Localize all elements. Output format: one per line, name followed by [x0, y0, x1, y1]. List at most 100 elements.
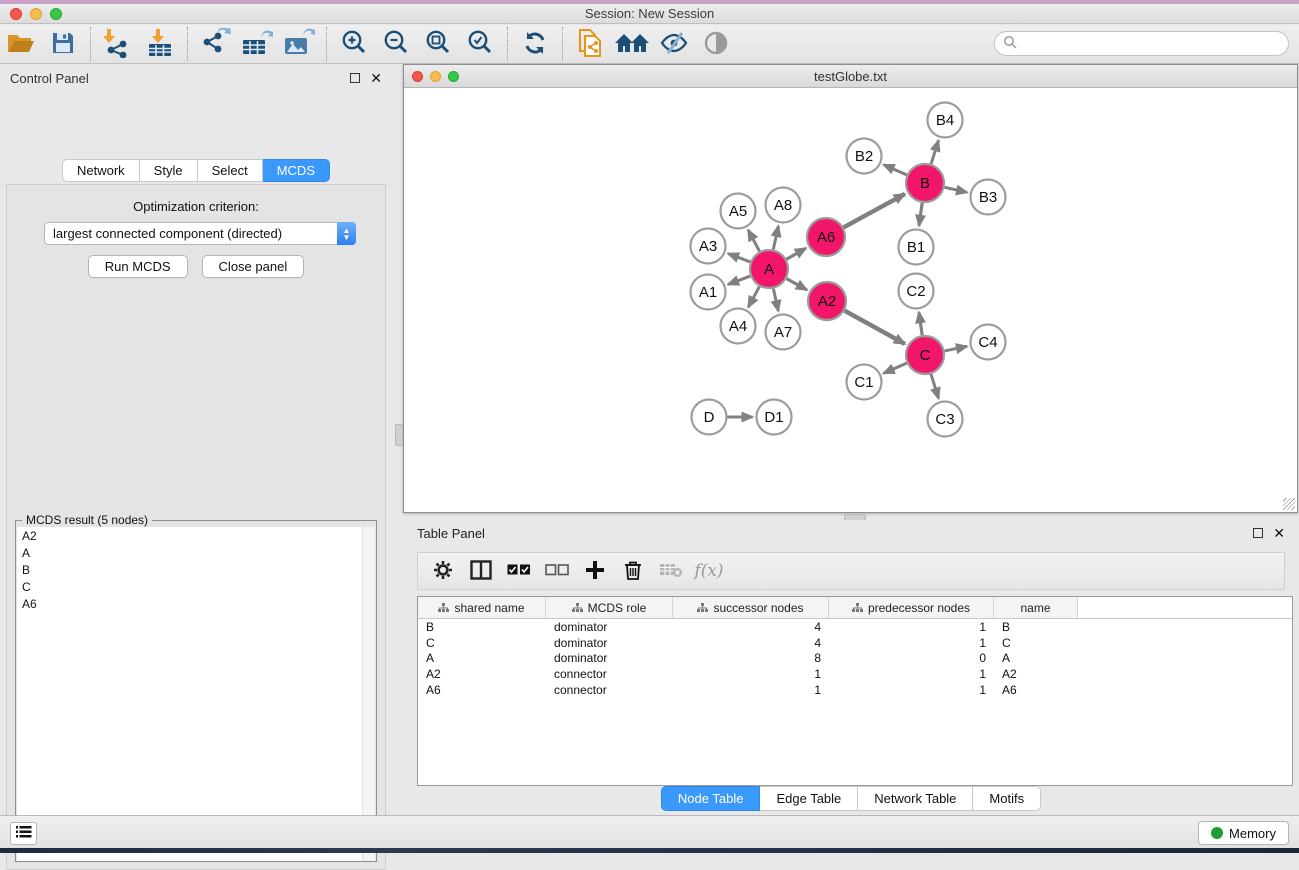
edge-A-A6[interactable] — [786, 248, 806, 259]
import-network-button[interactable] — [97, 26, 139, 62]
edge-A-A3[interactable] — [728, 254, 750, 262]
close-table-panel-icon[interactable]: ✕ — [1273, 528, 1285, 538]
zoom-selected-button[interactable] — [459, 26, 501, 62]
hide-details-button[interactable] — [653, 26, 695, 62]
cell-name[interactable]: B — [994, 620, 1078, 634]
column-header-name[interactable]: name — [994, 597, 1078, 618]
refresh-button[interactable] — [514, 26, 556, 62]
cell-predecessors[interactable]: 1 — [829, 620, 994, 634]
result-scrollbar[interactable] — [362, 527, 375, 861]
column-header-shared-name[interactable]: shared name — [418, 597, 546, 618]
save-session-button[interactable] — [42, 26, 84, 62]
network-graph[interactable]: ABCA6A2A1A3A4A5A7A8B1B2B3B4C1C2C3C4DD1 — [404, 88, 1297, 512]
column-header-successor-nodes[interactable]: successor nodes — [673, 597, 829, 618]
result-item[interactable]: A — [17, 544, 363, 561]
result-item[interactable]: C — [17, 578, 363, 595]
edge-B-B4[interactable] — [931, 140, 938, 163]
add-column-button[interactable] — [578, 556, 612, 586]
task-history-button[interactable] — [10, 822, 37, 845]
edge-A-A2[interactable] — [787, 279, 807, 290]
tab-edge-table[interactable]: Edge Table — [760, 786, 858, 811]
edge-A-A4[interactable] — [748, 287, 759, 308]
cell-mcds-role[interactable]: dominator — [546, 651, 673, 665]
edge-B-B1[interactable] — [919, 203, 922, 226]
open-file-button[interactable] — [0, 26, 42, 62]
result-item[interactable]: A6 — [17, 595, 363, 612]
cell-predecessors[interactable]: 1 — [829, 636, 994, 650]
cell-successors[interactable]: 1 — [673, 667, 829, 681]
edge-A6-B[interactable] — [844, 194, 905, 227]
cell-mcds-role[interactable]: connector — [546, 667, 673, 681]
edge-A-A1[interactable] — [728, 276, 750, 284]
window-resize-grip[interactable] — [1283, 498, 1295, 510]
table-row[interactable]: B dominator 4 1 B — [418, 619, 1292, 635]
edge-A-A5[interactable] — [748, 230, 759, 251]
mcds-result-list[interactable]: A2ABCA6 — [17, 527, 363, 861]
memory-button[interactable]: Memory — [1198, 821, 1289, 845]
edge-A-A7[interactable] — [773, 289, 778, 311]
edge-C-C4[interactable] — [945, 346, 967, 351]
cell-shared-name[interactable]: B — [418, 620, 546, 634]
edge-A2-C[interactable] — [845, 311, 905, 344]
cell-mcds-role[interactable]: dominator — [546, 636, 673, 650]
node-table[interactable]: shared name MCDS role successor nodes pr… — [417, 596, 1293, 786]
export-image-button[interactable] — [278, 26, 320, 62]
close-panel-button[interactable]: Close panel — [202, 255, 305, 278]
float-panel-icon[interactable] — [350, 73, 360, 83]
export-network-button[interactable] — [194, 26, 236, 62]
cell-successors[interactable]: 8 — [673, 651, 829, 665]
search-input[interactable] — [994, 31, 1289, 56]
column-header-mcds-role[interactable]: MCDS role — [546, 597, 673, 618]
cell-name[interactable]: A2 — [994, 667, 1078, 681]
table-row[interactable]: C dominator 4 1 C — [418, 635, 1292, 651]
cell-predecessors[interactable]: 0 — [829, 651, 994, 665]
tab-node-table[interactable]: Node Table — [661, 786, 761, 811]
delete-column-button[interactable] — [616, 556, 650, 586]
cell-predecessors[interactable]: 1 — [829, 667, 994, 681]
cell-mcds-role[interactable]: connector — [546, 683, 673, 697]
network-canvas[interactable]: ABCA6A2A1A3A4A5A7A8B1B2B3B4C1C2C3C4DD1 — [404, 88, 1297, 512]
cell-successors[interactable]: 4 — [673, 636, 829, 650]
cell-successors[interactable]: 1 — [673, 683, 829, 697]
result-item[interactable]: B — [17, 561, 363, 578]
cell-shared-name[interactable]: C — [418, 636, 546, 650]
select-all-button[interactable] — [502, 556, 536, 586]
cell-shared-name[interactable]: A6 — [418, 683, 546, 697]
unselect-all-button[interactable] — [540, 556, 574, 586]
edge-C-C3[interactable] — [931, 374, 939, 398]
result-item[interactable]: A2 — [17, 527, 363, 544]
column-header-predecessor-nodes[interactable]: predecessor nodes — [829, 597, 994, 618]
cell-name[interactable]: A6 — [994, 683, 1078, 697]
run-mcds-button[interactable]: Run MCDS — [88, 255, 188, 278]
tab-style[interactable]: Style — [140, 159, 198, 182]
tab-network[interactable]: Network — [62, 159, 140, 182]
zoom-in-button[interactable] — [333, 26, 375, 62]
edge-B-B2[interactable] — [884, 165, 907, 175]
cell-successors[interactable]: 4 — [673, 620, 829, 634]
zoom-fit-button[interactable] — [417, 26, 459, 62]
tab-select[interactable]: Select — [198, 159, 263, 182]
show-column-button[interactable] — [464, 556, 498, 586]
tab-network-table[interactable]: Network Table — [858, 786, 973, 811]
edge-C-C2[interactable] — [919, 312, 922, 335]
float-table-panel-icon[interactable] — [1253, 528, 1263, 538]
tab-motifs[interactable]: Motifs — [973, 786, 1041, 811]
edge-B-B3[interactable] — [945, 187, 967, 192]
clone-network-button[interactable] — [569, 26, 611, 62]
cell-predecessors[interactable]: 1 — [829, 683, 994, 697]
zoom-out-button[interactable] — [375, 26, 417, 62]
table-row[interactable]: A dominator 8 0 A — [418, 650, 1292, 666]
table-row[interactable]: A2 connector 1 1 A2 — [418, 666, 1292, 682]
cell-name[interactable]: C — [994, 636, 1078, 650]
cell-mcds-role[interactable]: dominator — [546, 620, 673, 634]
table-settings-button[interactable] — [426, 556, 460, 586]
network-window-titlebar[interactable]: testGlobe.txt — [404, 65, 1297, 88]
import-table-button[interactable] — [139, 26, 181, 62]
cell-name[interactable]: A — [994, 651, 1078, 665]
tab-mcds[interactable]: MCDS — [263, 159, 330, 182]
toggle-eye-button[interactable] — [695, 26, 737, 62]
close-panel-icon[interactable]: ✕ — [370, 73, 382, 83]
export-table-button[interactable] — [236, 26, 278, 62]
edge-A-A8[interactable] — [773, 226, 778, 249]
cell-shared-name[interactable]: A — [418, 651, 546, 665]
